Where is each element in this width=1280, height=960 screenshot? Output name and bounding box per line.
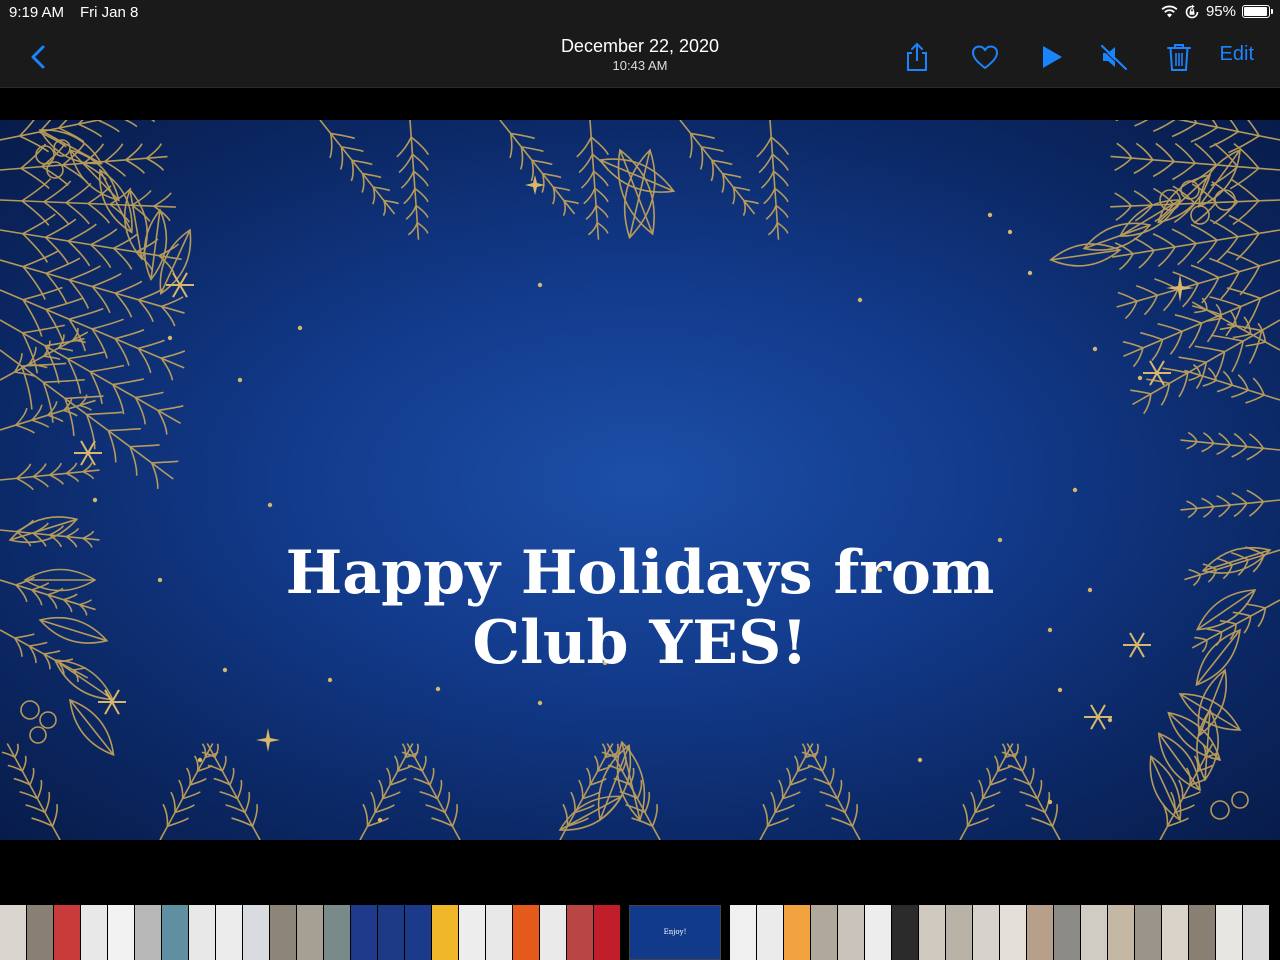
filmstrip-thumbnail[interactable]	[459, 905, 485, 960]
filmstrip-thumbnail[interactable]	[351, 905, 377, 960]
status-bar: 9:19 AM Fri Jan 8 95%	[0, 0, 1280, 26]
filmstrip-thumbnail[interactable]	[973, 905, 999, 960]
filmstrip-thumbnail[interactable]	[946, 905, 972, 960]
mute-button[interactable]	[1097, 40, 1131, 74]
current-thumbnail-caption: Enjoy!	[663, 928, 687, 936]
heart-icon	[972, 45, 998, 69]
share-icon	[907, 42, 927, 71]
filmstrip-thumbnail[interactable]	[1243, 905, 1269, 960]
filmstrip-thumbnail[interactable]	[1027, 905, 1053, 960]
filmstrip-thumbnail[interactable]	[757, 905, 783, 960]
filmstrip-thumbnail[interactable]	[567, 905, 593, 960]
filmstrip-thumbnail[interactable]	[1081, 905, 1107, 960]
media-viewer[interactable]: Happy Holidays from Club YES!	[0, 120, 1280, 840]
mute-icon	[1100, 44, 1128, 71]
orientation-lock-icon	[1185, 4, 1199, 18]
photo-time: 10:43 AM	[612, 58, 668, 73]
filmstrip-thumbnail[interactable]	[81, 905, 107, 960]
greeting-headline: Happy Holidays from Club YES!	[0, 538, 1280, 678]
filmstrip-thumbnail[interactable]	[378, 905, 404, 960]
navigation-bar: December 22, 2020 10:43 AM Edit	[0, 26, 1280, 88]
photo-timestamp: December 22, 2020 10:43 AM	[0, 35, 1280, 74]
thumbnail-filmstrip[interactable]: Enjoy!	[0, 905, 1280, 960]
filmstrip-thumbnail[interactable]	[1108, 905, 1134, 960]
greeting-line-1: Happy Holidays from	[285, 538, 995, 608]
filmstrip-thumbnail[interactable]	[1162, 905, 1188, 960]
filmstrip-thumbnail[interactable]	[54, 905, 80, 960]
filmstrip-thumbnail[interactable]	[432, 905, 458, 960]
filmstrip-thumbnail[interactable]	[189, 905, 215, 960]
filmstrip-thumbnail[interactable]	[1216, 905, 1242, 960]
status-indicators: 95%	[1161, 3, 1273, 20]
filmstrip-thumbnail[interactable]	[730, 905, 756, 960]
battery-percent: 95%	[1205, 3, 1236, 20]
filmstrip-thumbnail[interactable]	[1054, 905, 1080, 960]
delete-button[interactable]	[1162, 40, 1196, 74]
trash-icon	[1167, 44, 1191, 71]
battery-level	[1244, 7, 1267, 16]
greeting-line-2: Club YES!	[472, 608, 808, 678]
status-date: Fri Jan 8	[80, 4, 139, 21]
filmstrip-thumbnail[interactable]	[919, 905, 945, 960]
filmstrip-thumbnail[interactable]	[811, 905, 837, 960]
favorite-button[interactable]	[968, 40, 1002, 74]
filmstrip-thumbnail[interactable]	[243, 905, 269, 960]
filmstrip-thumbnail[interactable]	[27, 905, 53, 960]
filmstrip-thumbnail[interactable]	[0, 905, 26, 960]
filmstrip-thumbnail[interactable]	[892, 905, 918, 960]
photo-date: December 22, 2020	[560, 36, 720, 56]
filmstrip-thumbnail[interactable]	[216, 905, 242, 960]
filmstrip-thumbnail[interactable]	[324, 905, 350, 960]
filmstrip-thumbnail[interactable]	[594, 905, 620, 960]
holiday-ornament-border	[0, 120, 1280, 840]
filmstrip-thumbnail[interactable]	[297, 905, 323, 960]
filmstrip-thumbnail[interactable]	[486, 905, 512, 960]
filmstrip-thumbnail[interactable]	[135, 905, 161, 960]
filmstrip-thumbnail[interactable]	[108, 905, 134, 960]
play-button[interactable]	[1034, 40, 1068, 74]
filmstrip-thumbnail[interactable]	[405, 905, 431, 960]
battery-cap	[1271, 9, 1273, 14]
filmstrip-thumbnail[interactable]	[513, 905, 539, 960]
filmstrip-thumbnail[interactable]	[784, 905, 810, 960]
battery-icon	[1242, 5, 1273, 18]
filmstrip-thumbnail[interactable]	[540, 905, 566, 960]
filmstrip-thumbnail[interactable]	[162, 905, 188, 960]
filmstrip-thumbnail[interactable]	[838, 905, 864, 960]
filmstrip-thumbnail[interactable]	[270, 905, 296, 960]
wifi-icon	[1161, 5, 1178, 18]
filmstrip-thumbnail[interactable]	[1135, 905, 1161, 960]
filmstrip-thumbnail[interactable]	[1000, 905, 1026, 960]
share-button[interactable]	[900, 40, 934, 74]
filmstrip-thumbnail[interactable]	[1189, 905, 1215, 960]
filmstrip-thumbnail[interactable]	[865, 905, 891, 960]
edit-button[interactable]: Edit	[1220, 43, 1254, 66]
filmstrip-current-thumbnail[interactable]: Enjoy!	[629, 905, 721, 960]
status-time: 9:19 AM	[9, 4, 65, 21]
play-icon	[1043, 46, 1062, 68]
